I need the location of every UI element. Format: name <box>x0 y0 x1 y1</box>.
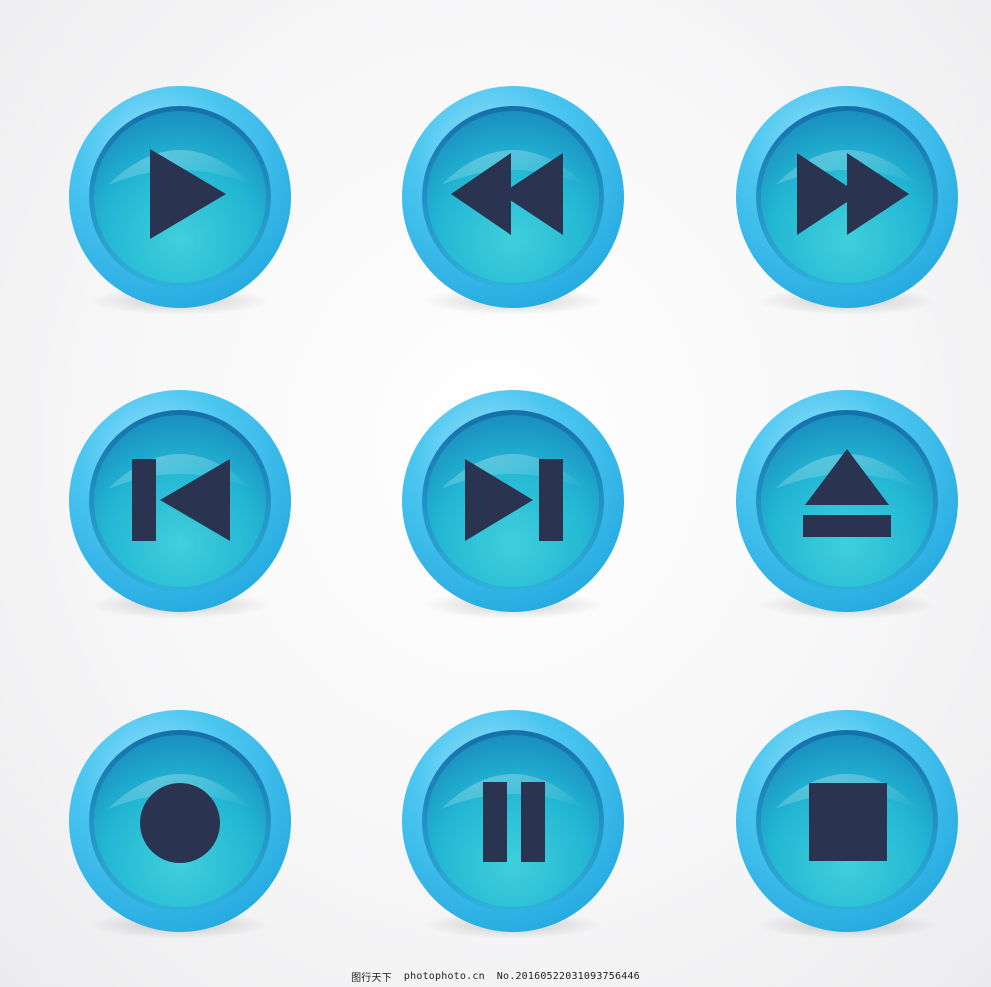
fast-forward-button[interactable] <box>735 85 959 315</box>
skip-previous-button[interactable] <box>68 389 292 619</box>
stop-icon <box>809 783 887 861</box>
rewind-button[interactable] <box>401 85 625 315</box>
watermark: 图行天下 photophoto.cn No.201605220310937564… <box>0 965 991 987</box>
stop-button[interactable] <box>735 709 959 939</box>
watermark-site-url: photophoto.cn <box>403 970 485 982</box>
media-button-grid <box>0 0 991 987</box>
record-button[interactable] <box>68 709 292 939</box>
record-icon <box>140 783 220 863</box>
eject-button[interactable] <box>735 389 959 619</box>
skip-next-button[interactable] <box>401 389 625 619</box>
watermark-number: No.20160522031093756446 <box>496 970 640 982</box>
play-button[interactable] <box>68 85 292 315</box>
watermark-site-cn: 图行天下 <box>351 972 392 984</box>
pause-button[interactable] <box>401 709 625 939</box>
